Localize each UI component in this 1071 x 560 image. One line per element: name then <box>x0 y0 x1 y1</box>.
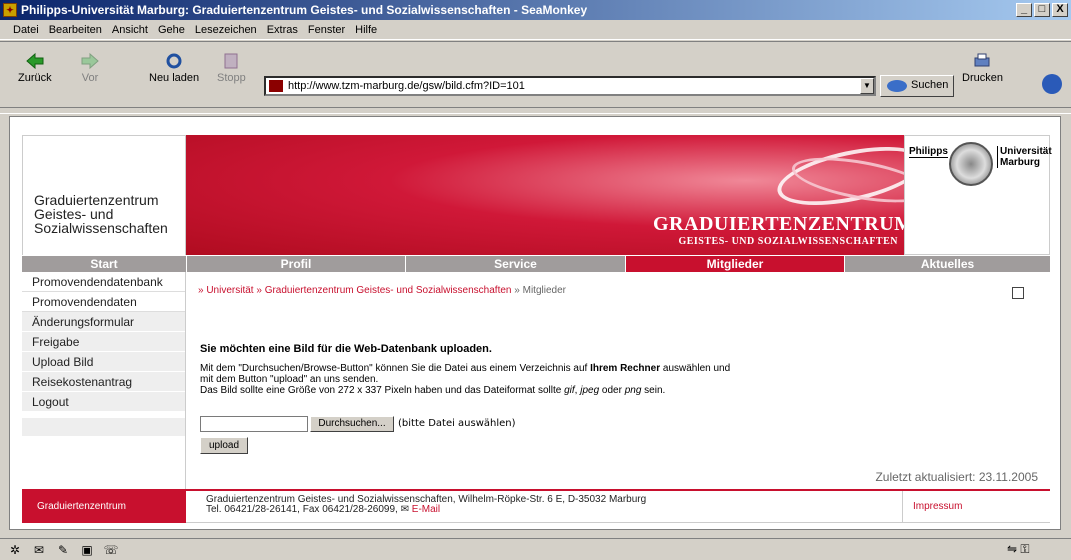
menu-bearbeiten[interactable]: Bearbeiten <box>44 24 107 36</box>
menubar: Datei Bearbeiten Ansicht Gehe Lesezeiche… <box>0 20 1071 40</box>
upload-button[interactable]: upload <box>200 437 248 454</box>
main-content: » Universität » Graduiertenzentrum Geist… <box>196 277 1050 495</box>
print-page-icon[interactable] <box>1012 287 1024 299</box>
nav-profil[interactable]: Profil <box>187 256 406 272</box>
maximize-button[interactable]: □ <box>1034 3 1050 17</box>
stop-label: Stopp <box>217 72 246 84</box>
email-link[interactable]: E-Mail <box>412 504 440 515</box>
site-name-box: Graduiertenzentrum Geistes- und Sozialwi… <box>22 135 186 255</box>
address-bar[interactable]: http://www.tzm-marburg.de/gsw/bild.cfm?I… <box>264 76 876 96</box>
addressbook-icon[interactable]: ▣ <box>78 543 96 557</box>
window-title: Philipps-Universität Marburg: Graduierte… <box>21 3 588 17</box>
forward-arrow-icon <box>81 52 99 70</box>
sidebar-item-logout[interactable]: Logout <box>22 392 185 412</box>
stop-button[interactable]: Stopp <box>217 52 246 84</box>
seamonkey-throbber-icon <box>1042 74 1062 94</box>
chat-icon[interactable]: ☏ <box>102 543 120 557</box>
sidebar-item-freigabe[interactable]: Freigabe <box>22 332 185 352</box>
sidebar-item-aenderungsformular[interactable]: Änderungsformular <box>22 312 185 332</box>
nav-mitglieder[interactable]: Mitglieder <box>626 256 845 272</box>
status-bar: ✲ ✉ ✎ ▣ ☏ ⇋ ⚿ <box>0 538 1071 560</box>
main-navigation: Start Profil Service Mitglieder Aktuelle… <box>22 256 1050 272</box>
window-titlebar: ✦ Philipps-Universität Marburg: Graduier… <box>0 0 1071 20</box>
university-seal-icon <box>949 142 993 186</box>
print-label: Drucken <box>962 72 1003 84</box>
menu-fenster[interactable]: Fenster <box>303 24 350 36</box>
back-button[interactable]: Zurück <box>18 52 52 84</box>
banner-subtitle: GEISTES- UND SOZIALWISSENSCHAFTEN <box>678 236 898 247</box>
uni-name-left: Philipps <box>909 146 948 158</box>
banner-title: GRADUIERTENZENTRUM <box>653 213 914 235</box>
footer: Graduiertenzentrum Graduiertenzentrum Ge… <box>22 489 1050 523</box>
forward-button[interactable]: Vor <box>80 52 100 84</box>
mail-icon: ✉ <box>400 504 409 515</box>
menu-extras[interactable]: Extras <box>262 24 303 36</box>
forward-label: Vor <box>81 72 99 84</box>
sidebar-item-promovendendatenbank[interactable]: Promovendendatenbank <box>22 272 185 292</box>
site-name: Graduiertenzentrum Geistes- und Sozialwi… <box>34 192 168 236</box>
header-banner: GRADUIERTENZENTRUM GEISTES- UND SOZIALWI… <box>186 135 934 255</box>
toolbar-grip[interactable] <box>0 107 1071 114</box>
search-button[interactable]: Suchen <box>880 75 954 97</box>
nav-start[interactable]: Start <box>22 256 187 272</box>
impressum-link[interactable]: Impressum <box>902 491 1050 523</box>
stop-icon <box>224 53 238 69</box>
university-logo[interactable]: Philipps Universität Marburg <box>904 135 1052 255</box>
instructions-text: Mit dem "Durchsuchen/Browse-Button" könn… <box>200 363 731 396</box>
last-updated: Zuletzt aktualisiert: 23.11.2005 <box>875 470 1038 484</box>
connection-status-icon: ⇋ ⚿ <box>1007 542 1030 556</box>
menu-lesezeichen[interactable]: Lesezeichen <box>190 24 262 36</box>
file-hint: (bitte Datei auswählen) <box>398 418 516 429</box>
mail-client-icon[interactable]: ✉ <box>30 543 48 557</box>
file-path-input[interactable] <box>200 416 308 432</box>
menu-hilfe[interactable]: Hilfe <box>350 24 382 36</box>
sidebar-item-reisekostenantrag[interactable]: Reisekostenantrag <box>22 372 185 392</box>
print-button[interactable]: Drucken <box>962 52 1003 84</box>
menu-gehe[interactable]: Gehe <box>153 24 190 36</box>
composer-icon[interactable]: ✎ <box>54 543 72 557</box>
minimize-button[interactable]: _ <box>1016 3 1032 17</box>
sidebar: Promovendendatenbank Promovendendaten Än… <box>22 272 186 489</box>
close-button[interactable]: X <box>1052 3 1068 17</box>
browse-button[interactable]: Durchsuchen... <box>310 416 394 432</box>
back-label: Zurück <box>18 72 52 84</box>
breadcrumb-universitaet[interactable]: » Universität <box>198 285 254 296</box>
address-text: http://www.tzm-marburg.de/gsw/bild.cfm?I… <box>288 80 525 92</box>
site-favicon-icon <box>269 80 283 92</box>
address-dropdown-icon[interactable]: ▼ <box>860 78 874 94</box>
nav-service[interactable]: Service <box>406 256 626 272</box>
navigation-toolbar: Zurück Vor Neu laden Stopp http://www.tz… <box>0 41 1071 107</box>
footer-address: Graduiertenzentrum Geistes- und Sozialwi… <box>206 494 647 515</box>
breadcrumb-mitglieder: » Mitglieder <box>514 285 566 296</box>
menu-ansicht[interactable]: Ansicht <box>107 24 153 36</box>
sidebar-item-promovendendaten[interactable]: Promovendendaten <box>22 292 185 312</box>
menu-datei[interactable]: Datei <box>8 24 44 36</box>
printer-icon <box>974 53 990 67</box>
reload-icon <box>166 53 182 69</box>
navigator-icon[interactable]: ✲ <box>6 543 24 557</box>
back-arrow-icon <box>26 52 44 70</box>
breadcrumb: » Universität » Graduiertenzentrum Geist… <box>198 285 566 296</box>
reload-button[interactable]: Neu laden <box>149 52 199 84</box>
reload-label: Neu laden <box>149 72 200 84</box>
page-heading: Sie möchten eine Bild für die Web-Datenb… <box>200 343 492 355</box>
app-icon: ✦ <box>3 3 17 17</box>
breadcrumb-graduiertenzentrum[interactable]: » Graduiertenzentrum Geistes- und Sozial… <box>256 285 511 296</box>
nav-aktuelles[interactable]: Aktuelles <box>845 256 1050 272</box>
uni-name-right: Universität Marburg <box>997 146 1052 168</box>
sidebar-item-upload-bild[interactable]: Upload Bild <box>22 352 185 372</box>
page-viewport: Graduiertenzentrum Geistes- und Sozialwi… <box>9 116 1061 530</box>
footer-home-link[interactable]: Graduiertenzentrum <box>22 491 186 523</box>
